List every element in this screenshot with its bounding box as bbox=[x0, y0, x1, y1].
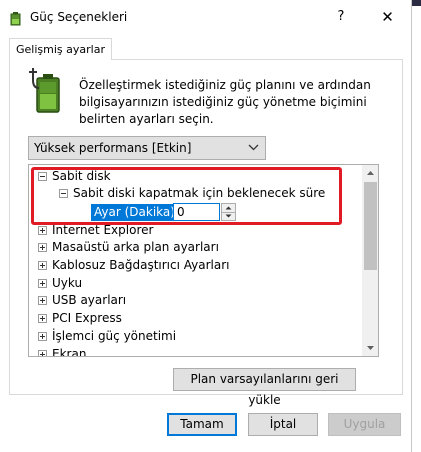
tree-expand-icon[interactable] bbox=[38, 226, 47, 235]
settings-tree[interactable]: Sabit disk Sabit diski kapatmak için bek… bbox=[28, 164, 379, 357]
tree-expand-icon[interactable] bbox=[38, 261, 47, 270]
tree-expand-icon[interactable] bbox=[38, 314, 47, 323]
power-plan-dropdown[interactable]: Yüksek performans [Etkin] bbox=[28, 136, 266, 160]
cancel-button[interactable]: İptal bbox=[248, 413, 318, 436]
tree-collapse-icon[interactable] bbox=[59, 189, 68, 198]
scrollbar-thumb[interactable] bbox=[364, 182, 377, 270]
setting-minutes-input[interactable]: 0 bbox=[173, 203, 220, 221]
scroll-down-icon[interactable] bbox=[362, 339, 379, 356]
tree-expand-icon[interactable] bbox=[38, 296, 47, 305]
window-title: Güç Seçenekleri bbox=[30, 10, 128, 24]
close-button[interactable]: ✕ bbox=[364, 0, 411, 34]
power-plan-value: Yüksek performans [Etkin] bbox=[34, 141, 192, 155]
tab-advanced-settings[interactable]: Gelişmiş ayarlar bbox=[9, 38, 112, 60]
tree-scrollbar[interactable] bbox=[362, 165, 379, 356]
tree-expand-icon[interactable] bbox=[38, 243, 47, 252]
restore-defaults-button[interactable]: Plan varsayılanlarını geri yükle bbox=[173, 368, 356, 407]
battery-plug-icon bbox=[29, 68, 60, 113]
description-text: Özelleştirmek istediğiniz güç planını ve… bbox=[79, 78, 371, 126]
help-button[interactable]: ? bbox=[318, 0, 364, 34]
power-options-dialog: Güç Seçenekleri ? ✕ Gelişmiş ayarlar Öze… bbox=[0, 0, 412, 452]
chevron-down-icon bbox=[248, 144, 259, 151]
power-options-icon bbox=[10, 12, 21, 26]
scroll-up-icon[interactable] bbox=[362, 165, 379, 182]
tree-expand-icon[interactable] bbox=[38, 350, 47, 356]
title-bar: Güç Seçenekleri ? ✕ bbox=[0, 0, 411, 34]
tree-collapse-icon[interactable] bbox=[38, 172, 47, 181]
tree-expand-icon[interactable] bbox=[38, 332, 47, 341]
ok-button[interactable]: Tamam bbox=[167, 413, 237, 436]
tree-expand-icon[interactable] bbox=[38, 279, 47, 288]
setting-minutes-label: Ayar (Dakika): bbox=[91, 204, 182, 221]
apply-button[interactable]: Uygula bbox=[328, 413, 401, 436]
setting-minutes-spinner[interactable] bbox=[221, 203, 236, 221]
spin-down-icon[interactable] bbox=[222, 212, 235, 220]
